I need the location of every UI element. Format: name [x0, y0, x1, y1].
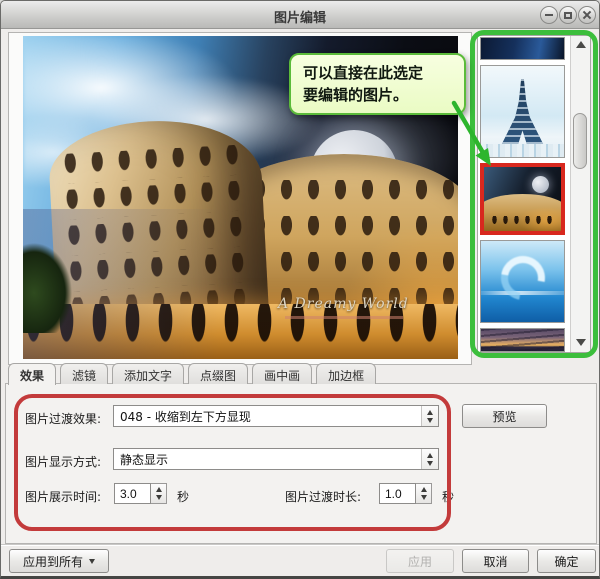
apply-to-all-button[interactable]: 应用到所有: [9, 549, 109, 573]
minimize-button[interactable]: [540, 6, 558, 24]
dialog-title: 图片编辑: [1, 7, 599, 26]
tab-border[interactable]: 加边框: [316, 363, 376, 384]
scroll-down-icon[interactable]: [576, 339, 586, 346]
spin-down-icon[interactable]: [421, 495, 427, 500]
close-button[interactable]: [578, 6, 596, 24]
spin-down-icon[interactable]: [156, 495, 162, 500]
tab-picture-in-picture[interactable]: 画中画: [252, 363, 312, 384]
mini-moon: [532, 176, 549, 193]
thumbnail-scrollbar[interactable]: [570, 36, 590, 352]
show-time-label: 图片展示时间:: [25, 488, 101, 505]
transition-duration-spinner[interactable]: [416, 483, 432, 504]
transition-effect-select[interactable]: 048 - 收缩到左下方显现: [113, 405, 439, 427]
maximize-icon: [564, 12, 572, 19]
tab-add-text[interactable]: 添加文字: [112, 363, 184, 384]
callout-text-line2: 要编辑的图片。: [303, 85, 452, 107]
mini-arches: [489, 216, 557, 228]
tab-bar: 效果 滤镜 添加文字 点缀图 画中画 加边框: [8, 363, 376, 384]
spin-up-icon[interactable]: [156, 487, 162, 492]
spin-down-icon[interactable]: [427, 461, 433, 466]
transition-duration-unit: 秒: [442, 488, 454, 505]
show-time-spinner[interactable]: [151, 483, 167, 504]
spin-down-icon[interactable]: [427, 418, 433, 423]
image-edit-dialog: 图片编辑 A Dreamy: [0, 0, 600, 579]
ok-button[interactable]: 确定: [537, 549, 596, 573]
tab-effects[interactable]: 效果: [8, 363, 56, 385]
cancel-button[interactable]: 取消: [462, 549, 529, 573]
spin-up-icon[interactable]: [421, 487, 427, 492]
thumbnail-beach-sunset[interactable]: [480, 328, 565, 352]
thumbnail-water-wave[interactable]: [480, 240, 565, 323]
tab-filters[interactable]: 滤镜: [60, 363, 108, 384]
preview-effect-button[interactable]: 预览: [462, 404, 547, 428]
combo-spinner[interactable]: [421, 406, 438, 426]
beach-clouds: [481, 329, 564, 351]
title-bar[interactable]: 图片编辑: [1, 1, 599, 29]
tab-decoration[interactable]: 点缀图: [188, 363, 248, 384]
dropdown-caret-icon: [89, 559, 95, 564]
minimize-icon: [545, 14, 553, 16]
scrollbar-thumb[interactable]: [573, 113, 587, 169]
display-mode-value: 静态显示: [120, 451, 168, 468]
transition-duration-label: 图片过渡时长:: [285, 488, 361, 505]
thumbnail-night-scene[interactable]: [480, 37, 565, 60]
display-mode-select[interactable]: 静态显示: [113, 448, 439, 470]
transition-effect-value: 048 - 收缩到左下方显现: [120, 408, 251, 425]
apply-button: 应用: [386, 549, 454, 573]
wave-swirl: [492, 248, 553, 309]
show-time-unit: 秒: [177, 488, 189, 505]
maximize-button[interactable]: [559, 6, 577, 24]
spin-up-icon[interactable]: [427, 410, 433, 415]
callout-bubble: 可以直接在此选定 要编辑的图片。: [289, 53, 466, 115]
footer-divider: [1, 544, 600, 545]
watermark: A Dreamy World: [278, 296, 409, 312]
show-time-input[interactable]: [114, 483, 151, 504]
callout-text-line1: 可以直接在此选定: [303, 63, 452, 85]
transition-duration-input[interactable]: [379, 483, 416, 504]
callout-arrow-icon: [444, 97, 506, 179]
transition-effect-label: 图片过渡效果:: [25, 410, 101, 427]
watermark-subline: [285, 316, 403, 319]
spin-up-icon[interactable]: [427, 453, 433, 458]
display-mode-label: 图片显示方式:: [25, 453, 101, 470]
bush: [23, 238, 83, 333]
close-icon: [582, 10, 592, 20]
apply-to-all-label: 应用到所有: [23, 553, 83, 570]
eiffel-tower-shape: [500, 79, 546, 145]
combo-spinner[interactable]: [421, 449, 438, 469]
scroll-up-icon[interactable]: [576, 41, 586, 48]
